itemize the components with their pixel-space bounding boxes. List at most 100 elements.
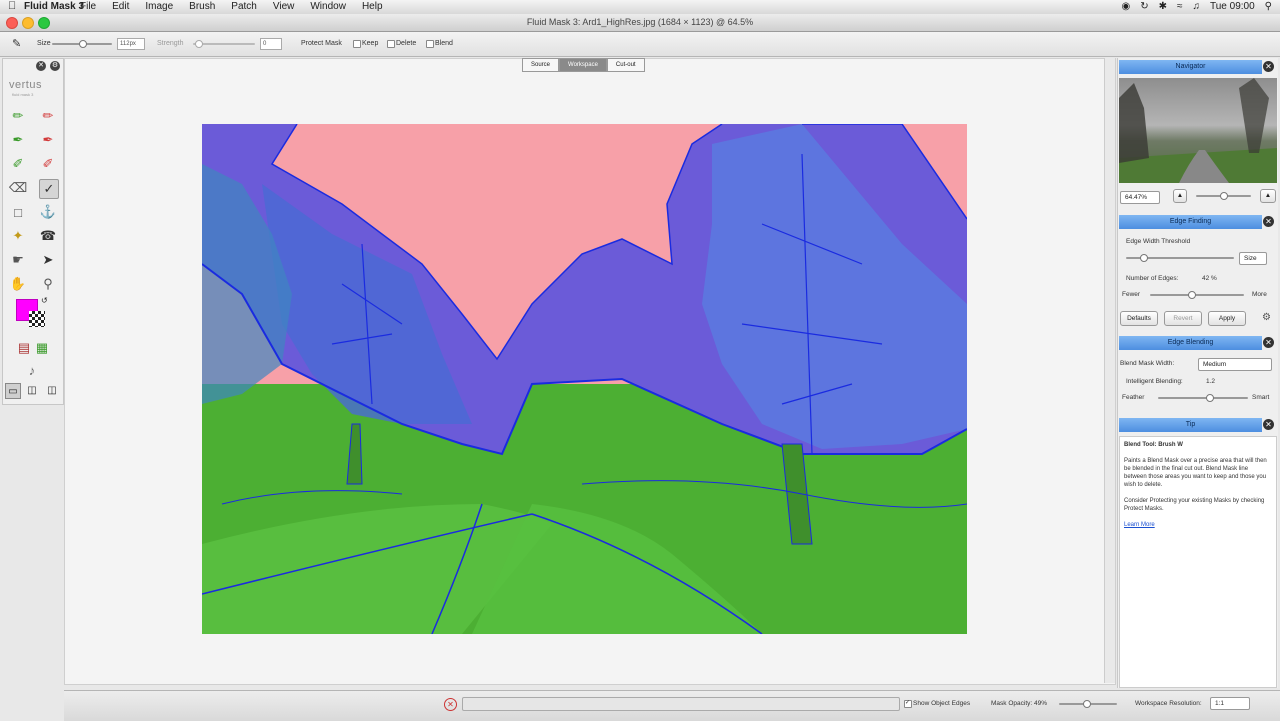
background-color-swatch[interactable] <box>29 311 45 327</box>
delete-fill-tool[interactable]: ✐ <box>39 155 57 173</box>
mask-view-toggle[interactable]: ▦ <box>33 339 51 357</box>
edge-width-select[interactable]: Size <box>1239 252 1267 265</box>
hand-icon: ✋ <box>9 276 27 291</box>
delete-brush-tool[interactable]: ✏ <box>39 107 57 125</box>
feather-smart-knob[interactable] <box>1206 394 1214 402</box>
bluetooth-icon[interactable]: ✱ <box>1159 1 1167 12</box>
strength-slider-knob[interactable] <box>195 40 203 48</box>
cancel-progress-icon[interactable]: ✕ <box>444 698 457 711</box>
edge-width-threshold-label: Edge Width Threshold <box>1126 238 1191 245</box>
brush-tool-icon: ✎ <box>12 38 22 50</box>
navigator-thumbnail[interactable] <box>1119 78 1277 183</box>
apple-icon[interactable]:  <box>8 0 16 12</box>
tip-content: Blend Tool: Brush W Paints a Blend Mask … <box>1119 436 1277 688</box>
record-icon[interactable]: ◉ <box>1121 1 1130 12</box>
pointer-tool[interactable]: ➤ <box>39 251 57 269</box>
masked-image-canvas[interactable] <box>201 123 968 635</box>
defaults-button[interactable]: Defaults <box>1120 311 1158 326</box>
blend-brush-tool[interactable]: ✓ <box>39 179 59 199</box>
strength-input[interactable]: 0 <box>260 38 282 50</box>
palette-close-icon[interactable]: ✕ <box>36 61 46 71</box>
tip-header[interactable]: Tip <box>1119 418 1262 432</box>
zoom-tool[interactable]: ⚲ <box>39 275 57 293</box>
blend-mask-width-select[interactable]: Medium <box>1198 358 1272 371</box>
menu-window[interactable]: Window <box>310 1 346 12</box>
number-of-edges-knob[interactable] <box>1188 291 1196 299</box>
palette-options-icon[interactable]: ⚙ <box>50 61 60 71</box>
keep-checkbox[interactable] <box>353 40 361 48</box>
keep-fill-tool[interactable]: ✐ <box>9 155 27 173</box>
zoom-in-button[interactable]: ▲ <box>1260 189 1276 203</box>
navigator-thumbnail-svg <box>1119 78 1277 183</box>
feather-smart-slider[interactable] <box>1158 397 1248 399</box>
tab-workspace[interactable]: Workspace <box>559 58 607 72</box>
menu-view[interactable]: View <box>273 1 295 12</box>
edge-finding-settings-icon[interactable]: ⚙ <box>1262 312 1271 323</box>
apply-button[interactable]: Apply <box>1208 311 1246 326</box>
tool-palette: ✕ ⚙ vertus fluid mask 3 ✏ ✏ ✒ ✒ ✐ ✐ ⌫ ✓ … <box>2 58 64 405</box>
app-name-menu[interactable]: Fluid Mask 3 <box>24 1 84 12</box>
workspace-resolution-select[interactable]: 1:1 <box>1210 697 1250 710</box>
number-of-edges-slider[interactable] <box>1150 294 1244 296</box>
camera-tool[interactable]: ☎ <box>39 227 57 245</box>
menu-file[interactable]: File <box>80 1 96 12</box>
keep-local-brush-tool[interactable]: ✒ <box>9 131 27 149</box>
learn-more-link[interactable]: Learn More <box>1124 521 1272 529</box>
edge-finding-header[interactable]: Edge Finding <box>1119 215 1262 229</box>
window-title: Fluid Mask 3: Ard1_HighRes.jpg (1684 × 1… <box>526 17 754 27</box>
delete-local-brush-tool[interactable]: ✒ <box>39 131 57 149</box>
rectangle-select-tool[interactable]: □ <box>9 203 27 221</box>
show-object-edges-label: Show Object Edges <box>913 700 971 707</box>
workspace-vertical-scrollbar[interactable] <box>1104 58 1115 683</box>
wand-icon: ✦ <box>12 228 24 243</box>
image-view-toggle[interactable]: ▤ <box>15 339 33 357</box>
menu-help[interactable]: Help <box>362 1 383 12</box>
menu-image[interactable]: Image <box>145 1 173 12</box>
size-label: Size <box>37 40 51 47</box>
menu-edit[interactable]: Edit <box>112 1 129 12</box>
hand-tool[interactable]: ✋ <box>9 275 27 293</box>
magic-wand-tool[interactable]: ✦ <box>9 227 27 245</box>
keep-brush-tool[interactable]: ✏ <box>9 107 27 125</box>
patch-tool[interactable]: ⚓ <box>39 203 57 221</box>
navigator-header[interactable]: Navigator <box>1119 60 1262 74</box>
edge-width-knob[interactable] <box>1140 254 1148 262</box>
tab-source[interactable]: Source <box>522 58 560 72</box>
smudge-tool[interactable]: ☛ <box>9 251 27 269</box>
edge-blending-header[interactable]: Edge Blending <box>1119 336 1262 350</box>
keep-brush-icon: ✏ <box>12 108 24 123</box>
view-mode-single[interactable]: ▭ <box>5 383 21 399</box>
menu-patch[interactable]: Patch <box>231 1 257 12</box>
protect-mask-label: Protect Mask <box>301 40 342 47</box>
navigator-close-icon[interactable]: ✕ <box>1263 61 1274 72</box>
view-mode-dual[interactable]: ◫ <box>45 383 59 397</box>
view-mode-split[interactable]: ◫ <box>25 383 39 397</box>
volume-icon[interactable]: ♫ <box>1193 1 1201 12</box>
tab-cutout[interactable]: Cut-out <box>606 58 645 72</box>
revert-button[interactable]: Revert <box>1164 311 1202 326</box>
size-slider-knob[interactable] <box>79 40 87 48</box>
menu-brush[interactable]: Brush <box>189 1 215 12</box>
edge-finding-close-icon[interactable]: ✕ <box>1263 216 1274 227</box>
eraser-tool[interactable]: ⌫ <box>9 179 27 197</box>
progress-bar <box>462 697 900 711</box>
edge-blending-close-icon[interactable]: ✕ <box>1263 337 1274 348</box>
spotlight-icon[interactable]: ⚲ <box>1265 1 1272 12</box>
wifi-icon[interactable]: ≈ <box>1177 1 1183 12</box>
swap-colors-icon[interactable]: ↺ <box>41 296 48 305</box>
navigator-zoom-knob[interactable] <box>1220 192 1228 200</box>
right-panel: Navigator ✕ 64.47% ▲ ▲ Edge Finding ✕ Ed… <box>1117 58 1278 688</box>
sound-icon-tool[interactable]: ♪ <box>23 361 41 379</box>
blend-checkbox[interactable] <box>426 40 434 48</box>
patch-icon: ⚓ <box>39 204 57 219</box>
delete-checkbox[interactable] <box>387 40 395 48</box>
workspace-resolution-label: Workspace Resolution: <box>1135 700 1202 707</box>
mask-opacity-knob[interactable] <box>1083 700 1091 708</box>
tip-close-icon[interactable]: ✕ <box>1263 419 1274 430</box>
sync-icon[interactable]: ↻ <box>1140 1 1148 12</box>
navigator-zoom-input[interactable]: 64.47% <box>1120 191 1160 204</box>
clock-text[interactable]: Tue 09:00 <box>1210 1 1255 12</box>
show-object-edges-checkbox[interactable]: ✓ <box>904 700 912 708</box>
zoom-out-button[interactable]: ▲ <box>1173 189 1187 203</box>
size-input[interactable]: 112px <box>117 38 145 50</box>
